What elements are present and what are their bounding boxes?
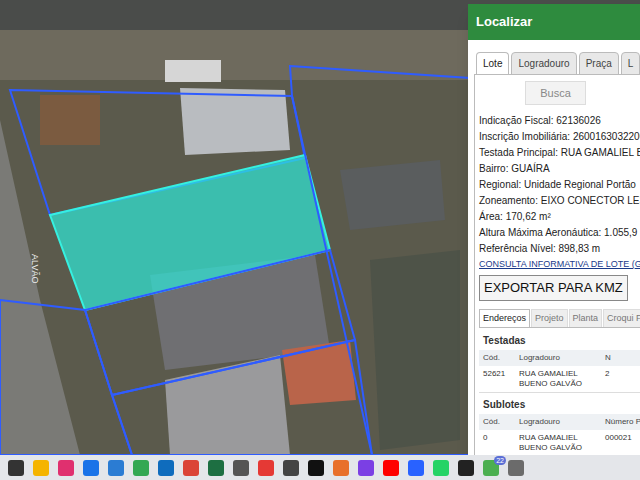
taskbar-app-icon[interactable]: 22 bbox=[483, 460, 499, 476]
taskbar-app-icon[interactable] bbox=[33, 460, 49, 476]
taskbar-app-icon[interactable] bbox=[333, 460, 349, 476]
subtab[interactable]: Endereços bbox=[479, 309, 530, 328]
column-header: Número Predial bbox=[605, 416, 640, 428]
tab[interactable]: Praça bbox=[579, 52, 619, 75]
export-kmz-button[interactable]: EXPORTAR PARA KMZ bbox=[479, 275, 628, 301]
taskbar-app-icon[interactable] bbox=[108, 460, 124, 476]
taskbar-app-icon[interactable] bbox=[83, 460, 99, 476]
info-line: Inscrição Imobiliária: 2600163032200 bbox=[479, 129, 640, 145]
table-cell: RUA GAMALIEL BUENO GALVÃO bbox=[519, 369, 605, 389]
tab[interactable]: Logradouro bbox=[511, 52, 576, 75]
taskbar-app-icon[interactable] bbox=[358, 460, 374, 476]
tab[interactable]: Lote bbox=[476, 52, 509, 75]
taskbar: 22 bbox=[0, 455, 640, 480]
tab[interactable]: L bbox=[621, 52, 640, 75]
table-row[interactable]: 0RUA GAMALIEL BUENO GALVÃO000021 bbox=[479, 430, 640, 455]
taskbar-app-icon[interactable] bbox=[133, 460, 149, 476]
column-header: Cód. bbox=[483, 416, 519, 428]
table-cell: 2 bbox=[605, 369, 640, 389]
screen: ALVÃOLocalizarLoteLogradouroPraçaLBuscaI… bbox=[0, 0, 640, 480]
sublotes-table: SublotesCód.LogradouroNúmero Predial0RUA… bbox=[479, 395, 640, 455]
table-cell: 000021 bbox=[605, 433, 640, 453]
column-header: N bbox=[605, 352, 640, 364]
panel-header[interactable]: Localizar bbox=[468, 4, 640, 40]
tab-bar: LoteLogradouroPraçaL bbox=[474, 52, 640, 74]
column-header: Cód. bbox=[483, 352, 519, 364]
subtab[interactable]: Projeto bbox=[531, 309, 568, 328]
taskbar-app-icon[interactable] bbox=[233, 460, 249, 476]
taskbar-app-icon[interactable] bbox=[8, 460, 24, 476]
taskbar-app-icon[interactable] bbox=[308, 460, 324, 476]
notification-badge: 22 bbox=[494, 456, 506, 465]
taskbar-app-icon[interactable] bbox=[383, 460, 399, 476]
lot[interactable] bbox=[112, 340, 372, 455]
taskbar-app-icon[interactable] bbox=[408, 460, 424, 476]
subtab[interactable]: Planta bbox=[569, 309, 603, 328]
taskbar-app-icon[interactable] bbox=[508, 460, 524, 476]
search-button[interactable]: Busca bbox=[525, 81, 586, 106]
lot[interactable] bbox=[85, 250, 355, 395]
lot-info: Indicação Fiscal: 62136026Inscrição Imob… bbox=[479, 113, 640, 257]
column-header: Logradouro bbox=[519, 416, 605, 428]
table-row[interactable]: 52621RUA GAMALIEL BUENO GALVÃO2 bbox=[479, 366, 640, 393]
taskbar-app-icon[interactable] bbox=[183, 460, 199, 476]
taskbar-app-icon[interactable] bbox=[208, 460, 224, 476]
table-cell: 0 bbox=[483, 433, 519, 453]
testadas-table: TestadasCód.LogradouroN52621RUA GAMALIEL… bbox=[479, 331, 640, 393]
consult-link[interactable]: CONSULTA INFORMATIVA DE LOTE (GUIA AM bbox=[479, 257, 640, 271]
table-cell: 52621 bbox=[483, 369, 519, 389]
info-line: Área: 170,62 m² bbox=[479, 209, 640, 225]
subtab-bar: EndereçosProjetoPlantaCroqui Fore bbox=[479, 309, 640, 329]
taskbar-app-icon[interactable] bbox=[258, 460, 274, 476]
info-line: Zoneamento: EIXO CONECTOR LESTE 3 bbox=[479, 193, 640, 209]
taskbar-app-icon[interactable] bbox=[458, 460, 474, 476]
subtab[interactable]: Croqui Fore bbox=[603, 309, 640, 328]
info-line: Testada Principal: RUA GAMALIEL BUENO bbox=[479, 145, 640, 161]
column-header: Logradouro bbox=[519, 352, 605, 364]
taskbar-app-icon[interactable] bbox=[58, 460, 74, 476]
taskbar-app-icon[interactable] bbox=[283, 460, 299, 476]
street-label: ALVÃO bbox=[28, 254, 42, 283]
table-cell: RUA GAMALIEL BUENO GALVÃO bbox=[519, 433, 605, 453]
lot[interactable] bbox=[290, 66, 470, 455]
taskbar-app-icon[interactable] bbox=[433, 460, 449, 476]
map-view[interactable]: ALVÃOLocalizarLoteLogradouroPraçaLBuscaI… bbox=[0, 0, 640, 455]
info-line: Referência Nível: 898,83 m bbox=[479, 241, 640, 257]
info-line: Altura Máxima Aeronáutica: 1.055,9 m bbox=[479, 225, 640, 241]
lot[interactable] bbox=[50, 155, 330, 310]
localizar-panel: LocalizarLoteLogradouroPraçaLBuscaIndica… bbox=[468, 4, 640, 455]
info-line: Bairro: GUAÍRA bbox=[479, 161, 640, 177]
lot[interactable] bbox=[0, 300, 132, 455]
taskbar-app-icon[interactable] bbox=[158, 460, 174, 476]
info-line: Indicação Fiscal: 62136026 bbox=[479, 113, 640, 129]
info-line: Regional: Unidade Regional Portão bbox=[479, 177, 640, 193]
